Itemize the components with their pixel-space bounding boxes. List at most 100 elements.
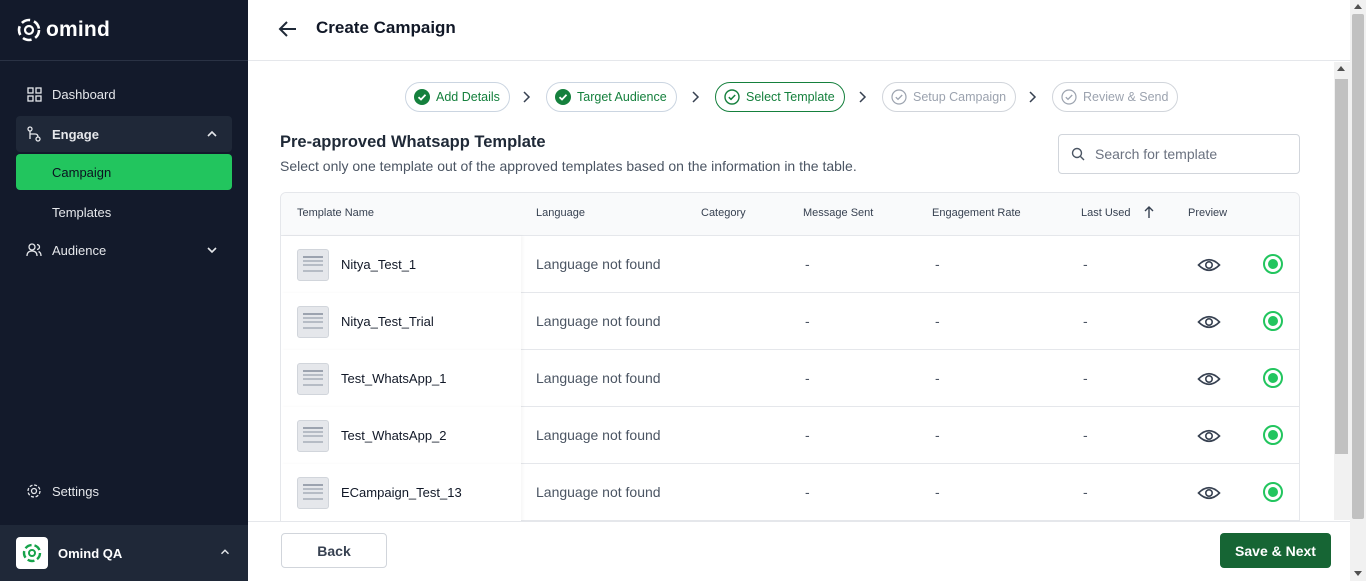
sidebar-item-label: Settings — [52, 483, 99, 499]
table-row[interactable]: Test_WhatsApp_1 Language not found - - - — [281, 350, 1299, 407]
last-used-value: - — [1083, 256, 1088, 272]
sidebar-item-label: Dashboard — [52, 86, 116, 102]
engagement-rate-value: - — [935, 484, 940, 500]
grid-icon — [26, 86, 42, 102]
step-review-send[interactable]: Review & Send — [1052, 82, 1179, 112]
eye-icon[interactable] — [1197, 367, 1221, 391]
template-name: Test_WhatsApp_1 — [341, 371, 447, 386]
sort-ascending-icon[interactable] — [1143, 205, 1155, 219]
engagement-rate-value: - — [935, 313, 940, 329]
column-header-template-name[interactable]: Template Name — [297, 207, 374, 219]
step-setup-campaign[interactable]: Setup Campaign — [882, 82, 1017, 112]
column-header-category[interactable]: Category — [701, 207, 746, 219]
message-sent-value: - — [805, 256, 810, 272]
workspace-name: Omind QA — [58, 545, 123, 561]
window-scrollbar-thumb[interactable] — [1352, 14, 1364, 519]
message-sent-value: - — [805, 313, 810, 329]
select-template-radio[interactable] — [1263, 254, 1283, 274]
step-target-audience[interactable]: Target Audience — [546, 82, 677, 112]
engagement-rate-value: - — [935, 427, 940, 443]
flow-icon — [26, 126, 42, 142]
eye-icon[interactable] — [1197, 481, 1221, 505]
sidebar-item-label: Templates — [52, 204, 112, 220]
sidebar-item-label: Audience — [52, 242, 107, 258]
sidebar-item-label: Campaign — [52, 164, 112, 180]
last-used-value: - — [1083, 370, 1088, 386]
templates-table: Template Name Language Category Message … — [280, 192, 1300, 522]
omind-logo-icon — [17, 18, 41, 42]
template-search[interactable] — [1058, 134, 1300, 174]
chevron-right-icon — [859, 91, 867, 103]
sidebar-item-dashboard[interactable]: Dashboard — [16, 76, 232, 112]
last-used-value: - — [1083, 313, 1088, 329]
step-select-template[interactable]: Select Template — [715, 82, 845, 112]
scroll-up-arrow-icon[interactable] — [1337, 66, 1345, 71]
save-next-button[interactable]: Save & Next — [1220, 533, 1331, 568]
table-row[interactable]: Nitya_Test_1 Language not found - - - — [281, 236, 1299, 293]
template-language: Language not found — [536, 370, 661, 386]
template-thumbnail — [297, 306, 329, 338]
message-sent-value: - — [805, 427, 810, 443]
sidebar-item-label: Engage — [52, 126, 99, 142]
template-name: ECampaign_Test_13 — [341, 485, 462, 500]
message-sent-value: - — [805, 370, 810, 386]
app-root: omind Dashboard Engage Campaign Template… — [0, 0, 1366, 581]
step-label: Target Audience — [577, 90, 667, 104]
back-button[interactable]: Back — [281, 533, 387, 568]
eye-icon[interactable] — [1197, 253, 1221, 277]
template-name: Nitya_Test_1 — [341, 257, 417, 272]
section-subtitle: Select only one template out of the appr… — [280, 158, 857, 174]
check-circle-icon — [555, 89, 571, 105]
eye-icon[interactable] — [1197, 424, 1221, 448]
chevron-right-icon — [1029, 91, 1037, 103]
sidebar-item-audience[interactable]: Audience — [16, 232, 232, 268]
template-name-cell: Nitya_Test_Trial — [281, 293, 521, 350]
template-name: Test_WhatsApp_2 — [341, 428, 447, 443]
template-thumbnail — [297, 477, 329, 509]
select-template-radio[interactable] — [1263, 425, 1283, 445]
sidebar-item-templates[interactable]: Templates — [16, 194, 232, 230]
select-template-radio[interactable] — [1263, 482, 1283, 502]
workspace-switcher[interactable]: Omind QA — [0, 525, 248, 581]
message-sent-value: - — [805, 484, 810, 500]
template-language: Language not found — [536, 313, 661, 329]
table-row[interactable]: ECampaign_Test_13 Language not found - -… — [281, 464, 1299, 521]
sidebar-item-engage[interactable]: Engage — [16, 116, 232, 152]
content-scrollbar-thumb[interactable] — [1335, 79, 1348, 454]
template-language: Language not found — [536, 427, 661, 443]
column-header-message-sent[interactable]: Message Sent — [803, 207, 873, 219]
search-input[interactable] — [1095, 146, 1285, 162]
template-name-cell: Test_WhatsApp_1 — [281, 350, 521, 407]
template-language: Language not found — [536, 484, 661, 500]
check-circle-outline-icon — [724, 89, 740, 105]
column-header-last-used[interactable]: Last Used — [1081, 207, 1131, 219]
page-header: Create Campaign — [248, 0, 1350, 61]
step-label: Setup Campaign — [913, 90, 1007, 104]
table-header: Template Name Language Category Message … — [281, 193, 1299, 236]
back-arrow-icon[interactable] — [278, 19, 298, 39]
last-used-value: - — [1083, 484, 1088, 500]
window-scroll-down-arrow-icon[interactable] — [1354, 571, 1362, 576]
page-title: Create Campaign — [316, 18, 456, 37]
template-thumbnail — [297, 363, 329, 395]
step-add-details[interactable]: Add Details — [405, 82, 510, 112]
chevron-down-icon — [207, 247, 217, 254]
column-header-engagement-rate[interactable]: Engagement Rate — [932, 207, 1021, 219]
chevron-right-icon — [523, 91, 531, 103]
sidebar-item-campaign[interactable]: Campaign — [16, 154, 232, 190]
eye-icon[interactable] — [1197, 310, 1221, 334]
table-row[interactable]: Nitya_Test_Trial Language not found - - … — [281, 293, 1299, 350]
chevron-up-icon — [207, 130, 217, 137]
select-template-radio[interactable] — [1263, 368, 1283, 388]
template-thumbnail — [297, 420, 329, 452]
search-icon — [1071, 147, 1085, 161]
column-header-language[interactable]: Language — [536, 207, 585, 219]
select-template-radio[interactable] — [1263, 311, 1283, 331]
check-circle-icon — [414, 89, 430, 105]
table-row[interactable]: Test_WhatsApp_2 Language not found - - - — [281, 407, 1299, 464]
gear-icon — [26, 483, 42, 499]
sidebar-item-settings[interactable]: Settings — [16, 473, 232, 509]
brand-logo[interactable]: omind — [16, 16, 110, 44]
window-scroll-up-arrow-icon[interactable] — [1354, 4, 1362, 9]
sidebar: omind Dashboard Engage Campaign Template… — [0, 0, 248, 581]
